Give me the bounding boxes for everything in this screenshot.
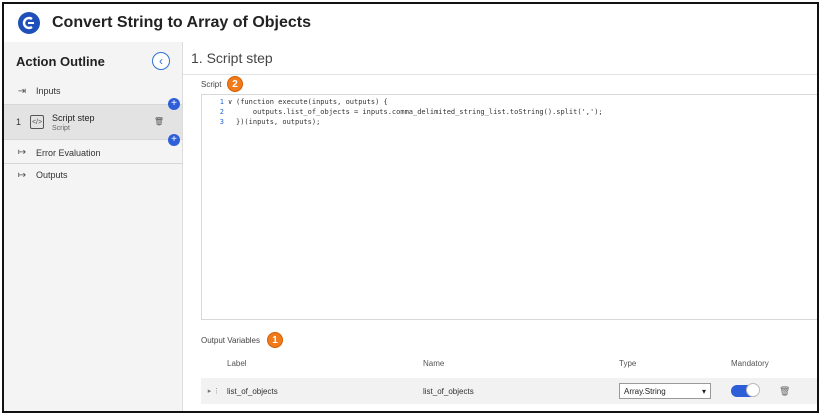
- delete-step-icon[interactable]: 🗑: [154, 117, 164, 126]
- input-arrow-icon: ⇥: [17, 85, 27, 97]
- output-arrow-icon: ↦: [17, 169, 27, 181]
- step-number: 1: [16, 117, 22, 127]
- line-number: 1: [219, 98, 224, 106]
- code-text: })(inputs, outputs);: [236, 118, 321, 126]
- outline-item-script-step[interactable]: + 1 </> Script step Script 🗑 +: [4, 98, 182, 146]
- type-select[interactable]: Array.String ▾: [619, 383, 711, 399]
- code-text: (function execute(inputs, outputs) {: [236, 98, 388, 106]
- outline-item-error-evaluation[interactable]: ↦ Error Evaluation: [4, 142, 182, 164]
- fold-gutter: [228, 107, 236, 117]
- outline-item-label: Inputs: [36, 86, 61, 96]
- variable-label[interactable]: list_of_objects: [227, 387, 423, 396]
- outline-item-inputs[interactable]: ⇥ Inputs: [4, 80, 182, 102]
- column-header-label: Label: [227, 358, 247, 368]
- outline-title: Action Outline: [16, 53, 105, 69]
- table-row: ▸ ⋮ list_of_objects list_of_objects Arra…: [201, 378, 817, 404]
- script-label: Script: [201, 80, 222, 89]
- action-outline-panel: Action Outline ‹ ⇥ Inputs + 1 </> Script…: [4, 42, 183, 411]
- step-name: Script step: [52, 112, 95, 123]
- drag-handle-icon[interactable]: ▸ ⋮: [201, 387, 227, 395]
- app-logo-icon: [18, 12, 40, 34]
- output-arrow-icon: ↦: [17, 147, 27, 158]
- type-select-value: Array.String: [624, 386, 666, 396]
- code-line: 2 outputs.list_of_objects = inputs.comma…: [202, 107, 817, 117]
- main-content: 1. Script step Script 2 1 ∨ (function ex…: [183, 42, 817, 411]
- toggle-knob: [746, 383, 760, 397]
- delete-variable-icon[interactable]: 🗑: [779, 386, 790, 397]
- fold-chevron-icon[interactable]: ∨: [228, 97, 236, 107]
- step-type: Script: [52, 124, 70, 132]
- fold-gutter: [228, 117, 236, 127]
- line-number: 3: [219, 118, 224, 126]
- outline-item-label: Outputs: [36, 170, 68, 180]
- code-text: outputs.list_of_objects = inputs.comma_d…: [236, 108, 603, 116]
- add-step-button[interactable]: +: [168, 98, 180, 110]
- callout-badge: 1: [267, 332, 283, 348]
- collapse-panel-button[interactable]: ‹: [152, 52, 170, 70]
- outline-item-label: Error Evaluation: [36, 147, 101, 158]
- line-number: 2: [219, 108, 224, 116]
- script-editor[interactable]: 1 ∨ (function execute(inputs, outputs) {…: [201, 94, 817, 320]
- outline-header: Action Outline ‹: [4, 42, 182, 80]
- mandatory-toggle[interactable]: [731, 383, 760, 397]
- page-title: Convert String to Array of Objects: [52, 14, 311, 31]
- variable-name[interactable]: list_of_objects: [423, 387, 619, 396]
- column-header-name: Name: [423, 358, 445, 368]
- outline-item-outputs[interactable]: ↦ Outputs: [4, 164, 182, 186]
- chevron-left-icon: ‹: [159, 54, 163, 68]
- column-header-mandatory: Mandatory: [731, 358, 769, 368]
- step-title: 1. Script step: [183, 42, 817, 75]
- column-header-type: Type: [619, 358, 637, 368]
- caret-down-icon: ▾: [701, 386, 706, 396]
- title-bar: Convert String to Array of Objects: [4, 4, 817, 43]
- output-variables-label: Output Variables: [201, 336, 260, 345]
- app-window: Convert String to Array of Objects Actio…: [2, 2, 819, 413]
- code-line: 3 })(inputs, outputs);: [202, 117, 817, 127]
- output-variables-table: Label Name Type Mandatory ▸ ⋮ list_of_ob…: [201, 354, 817, 404]
- code-line: 1 ∨ (function execute(inputs, outputs) {: [202, 97, 817, 107]
- table-header: Label Name Type Mandatory: [201, 354, 817, 372]
- callout-badge: 2: [227, 76, 243, 92]
- script-icon: </>: [30, 115, 44, 129]
